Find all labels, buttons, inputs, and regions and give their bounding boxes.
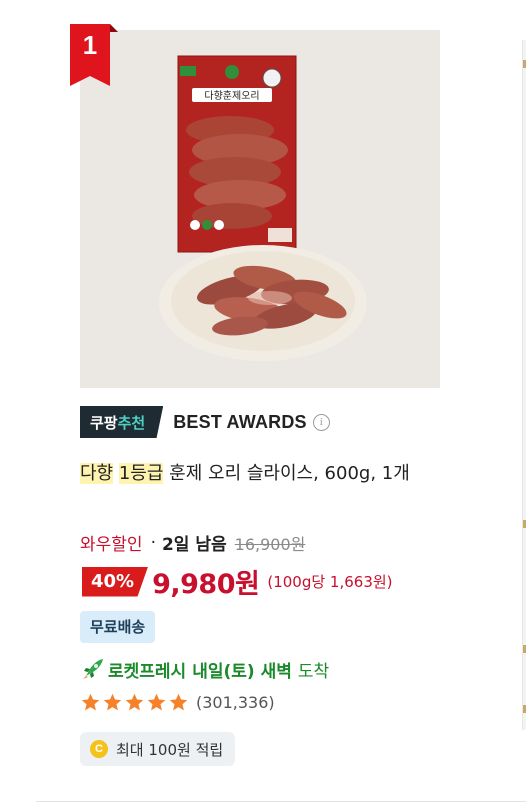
info-icon[interactable]: i	[312, 413, 330, 431]
discount-row: 와우할인 · 2일 남음 16,900원	[80, 530, 306, 556]
delivery-suffix: 도착	[297, 661, 330, 682]
delivery-day: 내일(토) 새벽	[192, 661, 292, 682]
points-text: 최대 100원 적립	[116, 740, 224, 759]
pick-label-white: 쿠팡	[90, 413, 118, 432]
original-price: 16,900원	[234, 534, 306, 554]
title-text: 훈제 오리 슬라이스, 600g, 1개	[169, 463, 410, 484]
next-card-edge	[522, 40, 526, 730]
star-icon	[169, 693, 188, 711]
star-icon	[103, 693, 122, 711]
discount-percent-badge: 40%	[82, 566, 149, 597]
days-left: 2일 남음	[161, 535, 227, 555]
best-awards-label: BEST AWARDS	[173, 411, 307, 432]
review-count: (301,336)	[196, 693, 275, 712]
sale-price: 9,980원	[152, 569, 260, 600]
rank-number: 1	[82, 30, 98, 60]
pick-label-green: 추천	[117, 413, 146, 432]
product-title[interactable]: 다향 1등급 훈제 오리 슬라이스, 600g, 1개	[80, 458, 440, 489]
product-card[interactable]: 다향훈제오리 1 쿠팡 추천 BEST AWARDS i 다향 1등급 훈제 오…	[0, 0, 526, 810]
product-image[interactable]: 다향훈제오리	[80, 30, 440, 388]
title-highlight-brand: 다향	[80, 463, 114, 484]
coin-icon: C	[90, 740, 108, 758]
star-rating	[80, 692, 190, 713]
rocket-icon	[83, 659, 103, 679]
rating-row[interactable]: (301,336)	[80, 692, 275, 713]
rank-badge: 1	[70, 24, 118, 86]
separator-dot: ·	[150, 532, 156, 553]
duck-slices-photo: 다향훈제오리	[80, 30, 440, 388]
unit-price: (100g당 1,663원)	[267, 573, 393, 591]
price-row: 40% 9,980원 (100g당 1,663원)	[82, 562, 393, 601]
rocket-fresh-label: 로켓프레시	[108, 661, 187, 682]
points-badge: C 최대 100원 적립	[80, 732, 236, 766]
awards-row: 쿠팡 추천 BEST AWARDS i	[80, 406, 330, 438]
rocket-delivery-row: 로켓프레시 내일(토) 새벽 도착	[80, 656, 329, 682]
divider	[36, 801, 526, 802]
star-icon	[147, 693, 166, 711]
free-shipping-badge: 무료배송	[80, 611, 156, 643]
wow-discount-label: 와우할인	[80, 535, 143, 555]
package-brand-text: 다향훈제오리	[204, 89, 259, 102]
star-icon	[81, 693, 100, 711]
title-highlight-grade: 1등급	[118, 463, 164, 484]
coupang-pick-badge: 쿠팡 추천	[80, 406, 164, 438]
star-icon	[125, 693, 144, 711]
